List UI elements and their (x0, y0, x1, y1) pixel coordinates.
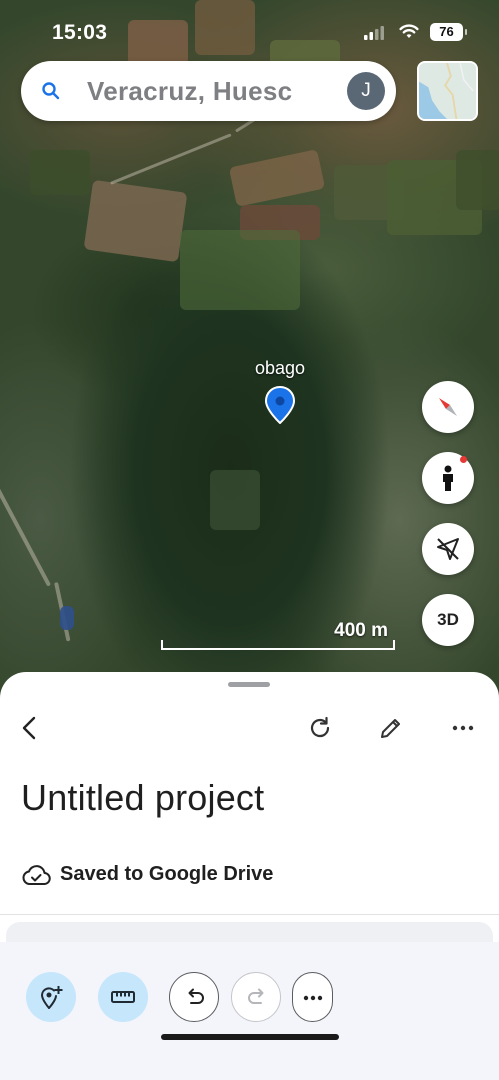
street-view-button[interactable] (422, 452, 474, 504)
undo-icon (188, 988, 204, 1004)
road (110, 133, 232, 185)
compass-button[interactable] (422, 381, 474, 433)
terrain-patch (83, 179, 188, 263)
water-pond (60, 606, 74, 630)
more-options-button[interactable] (292, 972, 333, 1022)
battery-indicator: 76 (430, 23, 467, 41)
back-icon[interactable] (17, 715, 43, 741)
notification-dot (460, 456, 467, 463)
search-icon (42, 82, 60, 100)
cloud-done-icon (22, 865, 51, 885)
project-sheet[interactable]: Untitled project Saved to Google Drive (0, 672, 499, 1080)
location-off-button[interactable] (422, 523, 474, 575)
divider (0, 914, 499, 915)
terrain-patch (228, 149, 326, 207)
terrain-patch (456, 150, 499, 210)
redo-button[interactable] (231, 972, 281, 1022)
map-thumbnail-icon (419, 63, 476, 119)
project-title[interactable]: Untitled project (21, 777, 264, 819)
person-icon (443, 465, 453, 491)
sheet-drag-handle[interactable] (228, 682, 270, 687)
status-time: 15:03 (52, 21, 108, 44)
view-3d-label: 3D (437, 610, 459, 629)
location-pin-icon[interactable] (264, 386, 296, 424)
map-view[interactable]: 15:03 76 Veracruz, Huesc J obago 3D 400 … (0, 0, 499, 700)
undo-button[interactable] (169, 972, 219, 1022)
status-bar: 15:03 76 (0, 18, 499, 48)
more-horizontal-icon (303, 995, 323, 1001)
add-placemark-button[interactable] (26, 972, 76, 1022)
terrain-patch (180, 230, 300, 310)
bottom-toolbar (0, 942, 499, 1080)
home-indicator (161, 1034, 339, 1040)
terrain-patch (210, 470, 260, 530)
refresh-icon[interactable] (307, 715, 333, 741)
ruler-icon (111, 991, 135, 1003)
measure-button[interactable] (98, 972, 148, 1022)
wifi-icon (399, 24, 419, 38)
redo-icon (248, 988, 264, 1004)
compass-icon (439, 398, 457, 416)
map-layers-button[interactable] (417, 61, 478, 121)
search-bar[interactable]: Veracruz, Huesc J (21, 61, 396, 121)
terrain-patch (30, 150, 90, 195)
road (0, 470, 52, 587)
add-placemark-icon (40, 986, 63, 1009)
more-vertical-icon[interactable] (450, 715, 476, 741)
view-3d-button[interactable]: 3D (422, 594, 474, 646)
scale-bar (161, 640, 395, 650)
save-status-text: Saved to Google Drive (60, 863, 274, 885)
location-arrow-off-icon (437, 538, 459, 560)
scale-label: 400 m (334, 620, 388, 641)
placemark-label: obago (254, 358, 306, 378)
cellular-signal-icon (364, 26, 384, 40)
edit-pencil-icon[interactable] (378, 715, 404, 741)
search-query[interactable]: Veracruz, Huesc (87, 76, 357, 107)
account-avatar[interactable]: J (347, 72, 385, 110)
